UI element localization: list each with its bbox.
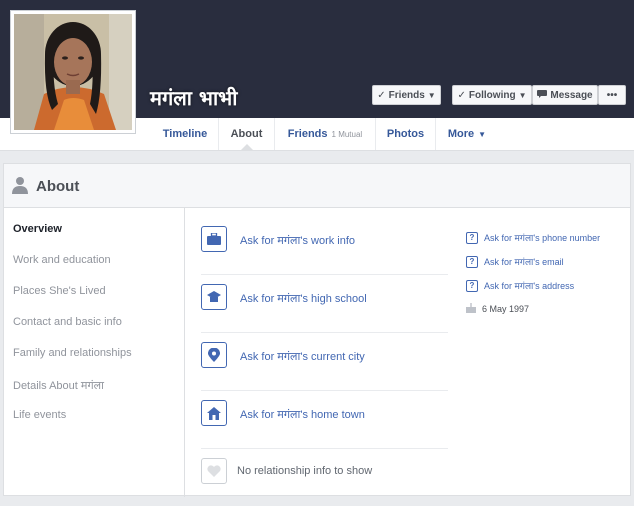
tab-timeline[interactable]: Timeline [152,118,219,150]
check-icon: ✓ [457,89,466,101]
following-button[interactable]: ✓ Following ▼ [452,85,532,105]
briefcase-icon [201,226,227,252]
tab-friends-label: Friends [287,128,328,140]
sidebar-item-contact-info[interactable]: Contact and basic info [13,316,122,328]
work-info-link[interactable]: Ask for मगंला's work info [240,233,355,248]
address-link[interactable]: ? Ask for मगंला's address [466,279,574,292]
birthday-text: 6 May 1997 [482,304,530,314]
profile-name[interactable]: मगंला भाभी [150,84,237,111]
friends-button[interactable]: ✓ Friends ▼ [372,85,441,105]
cake-icon [466,303,476,315]
home-town-link[interactable]: Ask for मगंला's home town [240,407,365,422]
email-link[interactable]: ? Ask for मगंला's email [466,255,564,268]
house-icon [201,400,227,426]
question-icon: ? [466,231,478,244]
about-title: About [36,178,80,195]
caret-down-icon: ▼ [427,90,436,100]
email-label: Ask for मगंला's email [484,257,564,267]
more-options-dots-icon: ••• [606,89,618,101]
about-header: About [4,164,630,208]
more-options-button[interactable]: ••• [598,85,626,105]
sidebar-item-places-lived[interactable]: Places She's Lived [13,285,106,297]
tab-photos[interactable]: Photos [376,118,436,150]
tab-more[interactable]: More ▼ [436,118,498,150]
sidebar-item-work-education[interactable]: Work and education [13,254,111,266]
relationship-text: No relationship info to show [237,465,373,477]
tab-friends[interactable]: Friends 1 Mutual [275,118,376,150]
home-town-row[interactable]: Ask for मगंला's home town [201,390,448,449]
heart-icon [201,458,227,484]
check-icon: ✓ [377,89,386,101]
message-button[interactable]: Message [532,85,598,105]
graduation-cap-icon [201,284,227,310]
sidebar-item-details-about[interactable]: Details About मगंला [13,378,104,393]
relationship-row: No relationship info to show [201,448,448,506]
high-school-row[interactable]: Ask for मगंला's high school [201,274,448,333]
current-city-row[interactable]: Ask for मगंला's current city [201,332,448,391]
friends-button-label: Friends [388,89,425,101]
message-icon [537,89,548,101]
person-icon [12,176,28,194]
sidebar-item-life-events[interactable]: Life events [13,409,66,421]
question-icon: ? [466,279,478,292]
tab-more-label: More [447,128,475,140]
caret-down-icon: ▼ [518,90,527,100]
tab-photos-label: Photos [386,128,425,140]
about-card: About Overview Work and education Places… [3,163,631,497]
question-icon: ? [466,255,478,268]
profile-picture[interactable] [10,10,136,134]
caret-down-icon: ▼ [478,129,487,139]
birthday-item: 6 May 1997 [466,303,529,315]
phone-number-label: Ask for मगंला's phone number [484,233,601,243]
mutual-friends-count: 1 Mutual [331,129,363,139]
sidebar-item-overview[interactable]: Overview [13,223,62,235]
address-label: Ask for मगंला's address [484,281,575,291]
about-sidebar: Overview Work and education Places She's… [4,208,185,497]
tab-about-label: About [230,128,263,140]
location-pin-icon [201,342,227,368]
avatar [14,14,132,130]
following-button-label: Following [468,89,516,101]
high-school-link[interactable]: Ask for मगंला's high school [240,291,367,306]
phone-number-link[interactable]: ? Ask for मगंला's phone number [466,231,600,244]
current-city-link[interactable]: Ask for मगंला's current city [240,349,365,364]
sidebar-item-family-relationships[interactable]: Family and relationships [13,347,132,359]
message-button-label: Message [550,89,593,101]
tab-about[interactable]: About [219,118,275,150]
tab-timeline-label: Timeline [162,128,208,140]
work-info-row[interactable]: Ask for मगंला's work info [201,216,448,275]
